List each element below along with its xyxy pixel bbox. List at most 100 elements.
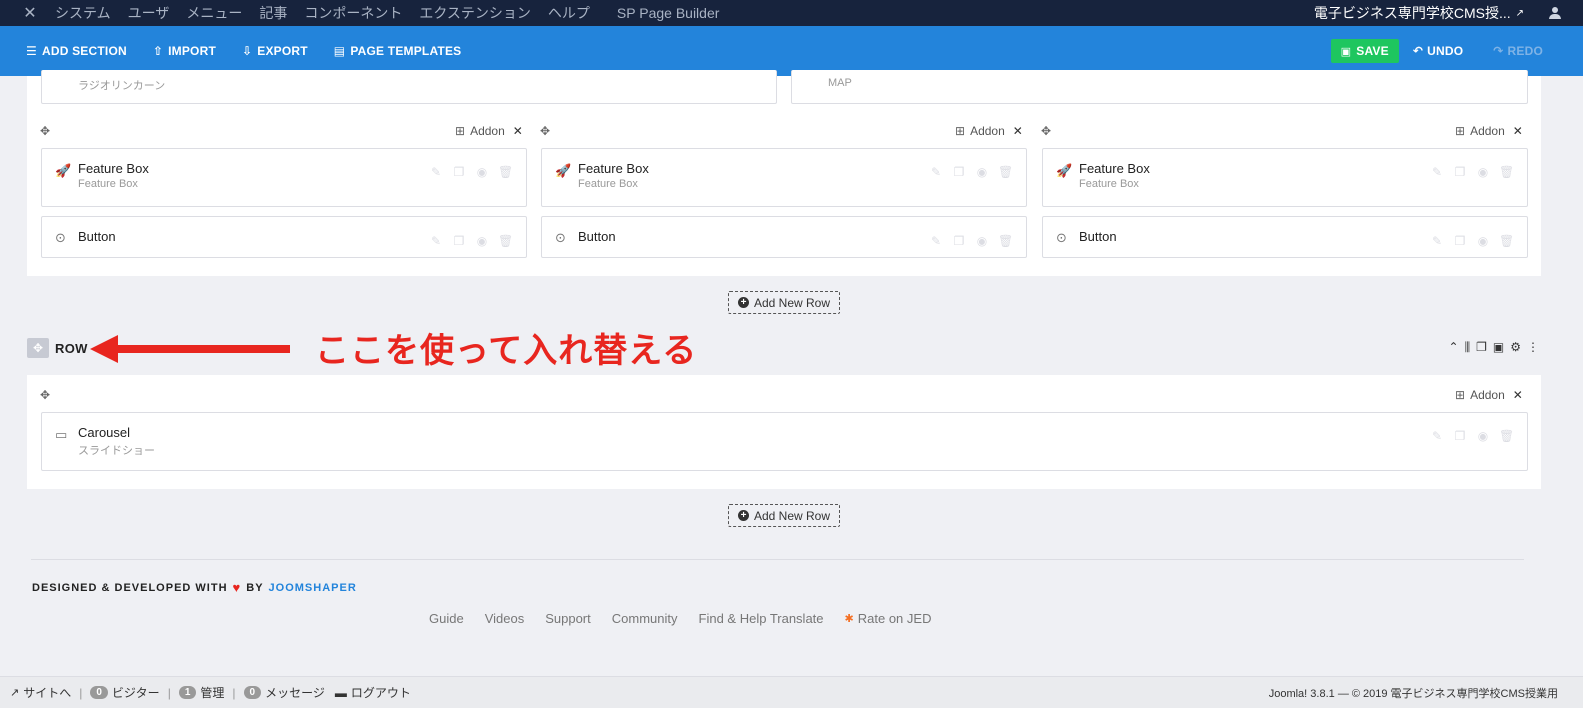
separator: | — [167, 685, 171, 700]
export-button[interactable]: ⇩ EXPORT — [242, 44, 308, 58]
duplicate-icon[interactable]: ❐ — [1453, 165, 1467, 179]
column-settings-icon[interactable]: ✕ — [1013, 124, 1023, 138]
button-addon[interactable]: ⊙ Button ✎ ❐ ◉ 🗑 — [41, 216, 527, 258]
edit-icon[interactable]: ✎ — [1430, 234, 1444, 248]
visibility-icon[interactable]: ◉ — [975, 234, 989, 248]
column-settings-icon[interactable]: ✕ — [1513, 124, 1523, 138]
more-icon[interactable]: ⋮ — [1527, 340, 1539, 355]
translate-link[interactable]: Find & Help Translate — [699, 611, 824, 626]
column-settings-icon[interactable]: ✕ — [513, 124, 523, 138]
add-addon-button[interactable]: Addon — [470, 124, 505, 138]
save-icon[interactable]: ▣ — [1493, 340, 1504, 355]
add-new-row-button[interactable]: + Add New Row — [728, 504, 840, 527]
menu-users[interactable]: ユーザ — [128, 3, 170, 23]
user-icon[interactable] — [1549, 7, 1561, 19]
duplicate-icon[interactable]: ❐ — [952, 234, 966, 248]
heart-icon: ♥ — [232, 580, 242, 595]
delete-icon[interactable]: 🗑 — [998, 165, 1013, 179]
duplicate-icon[interactable]: ❐ — [452, 234, 466, 248]
delete-icon[interactable]: 🗑 — [498, 234, 513, 248]
delete-icon[interactable]: 🗑 — [1499, 165, 1514, 179]
delete-icon[interactable]: 🗑 — [1499, 429, 1514, 443]
carousel-addon[interactable]: ▭ Carousel スライドショー ✎ ❐ ◉ 🗑 — [41, 412, 1528, 471]
settings-icon[interactable]: ⚙ — [1510, 340, 1521, 355]
visibility-icon[interactable]: ◉ — [475, 234, 489, 248]
videos-link[interactable]: Videos — [485, 611, 525, 626]
menu-extensions[interactable]: エクステンション — [419, 3, 531, 23]
messages-link[interactable]: 0 メッセージ — [243, 684, 325, 701]
feature-box-addon[interactable]: 🚀 Feature Box Feature Box ✎ ❐ ◉ 🗑 — [1042, 148, 1528, 207]
rocket-icon: 🚀 — [1056, 163, 1073, 178]
joomla-icon[interactable]: ✕ — [19, 2, 41, 24]
menu-help[interactable]: ヘルプ — [548, 3, 590, 23]
joomshaper-link[interactable]: JOOMSHAPER — [269, 582, 357, 594]
add-addon-icon[interactable]: ⊞ — [1455, 124, 1465, 138]
menu-sp-page-builder[interactable]: SP Page Builder — [617, 5, 719, 21]
duplicate-icon[interactable]: ❐ — [1453, 234, 1467, 248]
button-addon[interactable]: ⊙ Button ✎ ❐ ◉ 🗑 — [541, 216, 1027, 258]
feature-box-addon[interactable]: 🚀 Feature Box Feature Box ✎ ❐ ◉ 🗑 — [41, 148, 527, 207]
delete-icon[interactable]: 🗑 — [498, 165, 513, 179]
admins-link[interactable]: 1 管理 — [178, 684, 224, 701]
visibility-icon[interactable]: ◉ — [1476, 234, 1490, 248]
duplicate-icon[interactable]: ❐ — [1476, 340, 1487, 355]
add-addon-button[interactable]: Addon — [1470, 388, 1505, 402]
visibility-icon[interactable]: ◉ — [975, 165, 989, 179]
edit-icon[interactable]: ✎ — [929, 234, 943, 248]
add-addon-button[interactable]: Addon — [1470, 124, 1505, 138]
edit-icon[interactable]: ✎ — [429, 165, 443, 179]
feature-box-addon[interactable]: 🚀 Feature Box Feature Box ✎ ❐ ◉ 🗑 — [541, 148, 1027, 207]
duplicate-icon[interactable]: ❐ — [452, 165, 466, 179]
addon-subtitle: MAP — [828, 77, 852, 89]
add-addon-icon[interactable]: ⊞ — [955, 124, 965, 138]
undo-button[interactable]: ↶ UNDO — [1413, 44, 1463, 58]
edit-icon[interactable]: ✎ — [429, 234, 443, 248]
page-templates-button[interactable]: ▤ PAGE TEMPLATES — [334, 44, 462, 58]
button-addon[interactable]: ⊙ Button ✎ ❐ ◉ 🗑 — [1042, 216, 1528, 258]
column-move-icon[interactable]: ✥ — [540, 124, 550, 138]
import-button[interactable]: ⇧ IMPORT — [153, 44, 216, 58]
upload-icon: ⇧ — [152, 44, 164, 58]
support-link[interactable]: Support — [545, 611, 591, 626]
community-link[interactable]: Community — [612, 611, 678, 626]
site-name-link[interactable]: 電子ビジネス専門学校CMS授... — [1314, 3, 1511, 23]
guide-link[interactable]: Guide — [429, 611, 464, 626]
collapse-icon[interactable]: ⌃ — [1449, 340, 1459, 355]
save-button[interactable]: ▣ SAVE — [1330, 39, 1399, 63]
duplicate-icon[interactable]: ❐ — [1453, 429, 1467, 443]
visibility-icon[interactable]: ◉ — [1476, 429, 1490, 443]
save-icon: ▣ — [1340, 45, 1352, 58]
edit-icon[interactable]: ✎ — [1430, 429, 1444, 443]
visitors-link[interactable]: 0 ビジター — [90, 684, 160, 701]
column-settings-icon[interactable]: ✕ — [1513, 388, 1523, 402]
rate-on-jed-link[interactable]: ✱ Rate on JED — [845, 611, 953, 626]
delete-icon[interactable]: 🗑 — [1499, 234, 1514, 248]
view-site-link[interactable]: ↗ サイトへ — [10, 684, 71, 701]
add-addon-button[interactable]: Addon — [970, 124, 1005, 138]
menu-components[interactable]: コンポーネント — [304, 3, 402, 23]
menu-menus[interactable]: メニュー — [186, 3, 242, 23]
visibility-icon[interactable]: ◉ — [475, 165, 489, 179]
add-new-row-button[interactable]: + Add New Row — [728, 291, 840, 314]
columns-icon[interactable]: ⫼ — [1465, 340, 1471, 355]
logout-link[interactable]: ▬ ログアウト — [335, 684, 411, 701]
delete-icon[interactable]: 🗑 — [998, 234, 1013, 248]
add-addon-icon[interactable]: ⊞ — [455, 124, 465, 138]
column-move-icon[interactable]: ✥ — [40, 124, 50, 138]
partial-addon-left[interactable]: ラジオリンカーン — [41, 70, 777, 104]
partial-addon-right[interactable]: MAP — [791, 70, 1528, 104]
column-move-icon[interactable]: ✥ — [1041, 124, 1051, 138]
plus-circle-icon: + — [737, 510, 749, 521]
edit-icon[interactable]: ✎ — [1430, 165, 1444, 179]
menu-content[interactable]: 記事 — [259, 3, 287, 23]
edit-icon[interactable]: ✎ — [929, 165, 943, 179]
menu-system[interactable]: システム — [55, 3, 111, 23]
redo-button[interactable]: ↷ REDO — [1493, 44, 1543, 58]
add-addon-icon[interactable]: ⊞ — [1455, 388, 1465, 402]
addon-actions: ✎ ❐ ◉ 🗑 — [929, 234, 1013, 248]
column-move-icon[interactable]: ✥ — [40, 388, 50, 402]
add-section-button[interactable]: ☰ ADD SECTION — [26, 44, 127, 58]
duplicate-icon[interactable]: ❐ — [952, 165, 966, 179]
visibility-icon[interactable]: ◉ — [1476, 165, 1490, 179]
row-move-handle[interactable]: ✥ — [27, 338, 49, 358]
